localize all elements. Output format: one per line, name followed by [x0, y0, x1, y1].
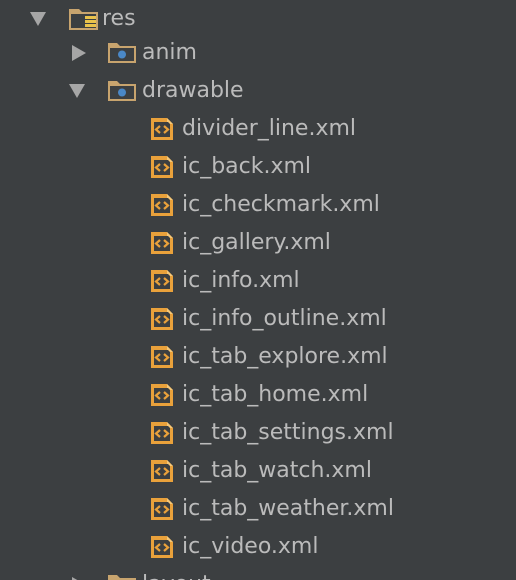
tree-file-item[interactable]: ic_tab_explore.xml: [0, 338, 516, 376]
tree-node-label: layout: [142, 570, 211, 580]
file-label: ic_info_outline.xml: [182, 306, 387, 331]
file-label: ic_gallery.xml: [182, 230, 331, 255]
xml-file-icon: [149, 230, 175, 262]
project-tree: res anim drawable divider_line.xml ic_ba…: [0, 0, 516, 580]
xml-file-icon: [149, 154, 175, 186]
tree-file-item[interactable]: ic_back.xml: [0, 148, 516, 186]
file-label: ic_tab_home.xml: [182, 382, 369, 407]
tree-file-item[interactable]: ic_tab_watch.xml: [0, 452, 516, 490]
folder-icon: [107, 572, 137, 580]
file-label: ic_tab_weather.xml: [182, 496, 394, 521]
file-label: ic_info.xml: [182, 268, 300, 293]
expand-arrow-icon[interactable]: [72, 45, 86, 61]
xml-file-icon: [149, 496, 175, 528]
tree-file-item[interactable]: ic_info.xml: [0, 262, 516, 300]
tree-file-item[interactable]: ic_gallery.xml: [0, 224, 516, 262]
collapse-arrow-icon[interactable]: [30, 12, 46, 26]
file-label: ic_back.xml: [182, 154, 312, 179]
folder-icon: [107, 40, 137, 70]
resource-folder-icon: [68, 5, 100, 37]
xml-file-icon: [149, 382, 175, 414]
tree-node-layout[interactable]: layout: [0, 566, 516, 580]
xml-file-icon: [149, 192, 175, 224]
tree-file-item[interactable]: divider_line.xml: [0, 110, 516, 148]
file-label: divider_line.xml: [182, 116, 357, 141]
file-label: ic_checkmark.xml: [182, 192, 380, 217]
xml-file-icon: [149, 458, 175, 490]
file-label: ic_tab_explore.xml: [182, 344, 388, 369]
tree-file-item[interactable]: ic_tab_weather.xml: [0, 490, 516, 528]
file-label: ic_tab_watch.xml: [182, 458, 372, 483]
file-label: ic_video.xml: [182, 534, 319, 559]
tree-file-item[interactable]: ic_tab_settings.xml: [0, 414, 516, 452]
xml-file-icon: [149, 344, 175, 376]
tree-node-label: anim: [142, 40, 197, 65]
collapse-arrow-icon[interactable]: [69, 84, 85, 98]
tree-node-res[interactable]: res: [0, 0, 516, 38]
file-label: ic_tab_settings.xml: [182, 420, 394, 445]
tree-file-item[interactable]: ic_info_outline.xml: [0, 300, 516, 338]
tree-node-label: drawable: [142, 78, 244, 103]
xml-file-icon: [149, 420, 175, 452]
xml-file-icon: [149, 116, 175, 148]
tree-file-item[interactable]: ic_video.xml: [0, 528, 516, 566]
xml-file-icon: [149, 268, 175, 300]
xml-file-icon: [149, 534, 175, 566]
tree-file-item[interactable]: ic_tab_home.xml: [0, 376, 516, 414]
tree-node-label: res: [102, 6, 136, 31]
folder-icon: [107, 78, 137, 108]
xml-file-icon: [149, 306, 175, 338]
tree-node-drawable[interactable]: drawable: [0, 72, 516, 110]
tree-file-item[interactable]: ic_checkmark.xml: [0, 186, 516, 224]
tree-node-anim[interactable]: anim: [0, 34, 516, 72]
